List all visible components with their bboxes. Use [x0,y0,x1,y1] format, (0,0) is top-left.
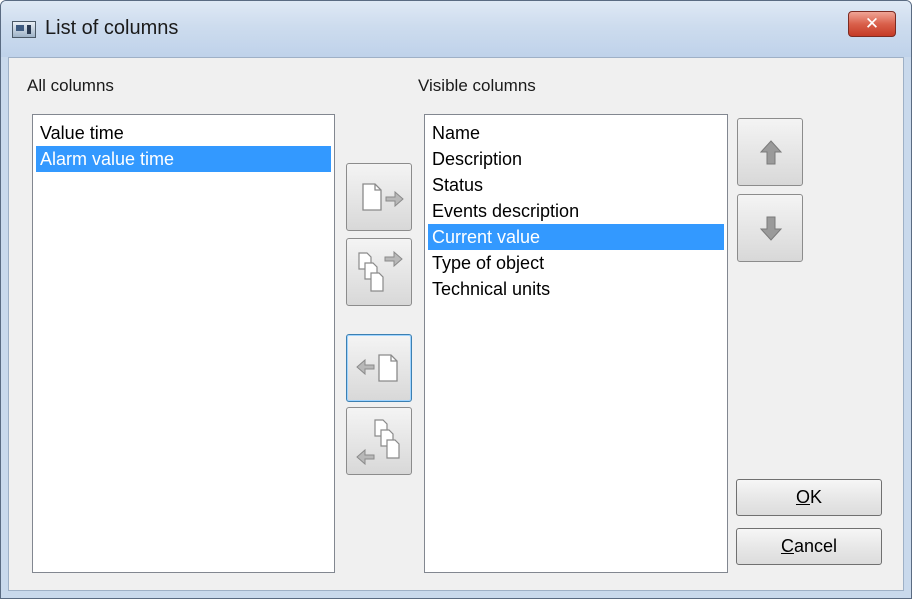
arrow-up-icon [759,140,783,165]
move-down-button[interactable] [737,194,803,262]
visible-columns-item[interactable]: Name [428,120,724,146]
window-title: List of columns [45,17,179,39]
visible-columns-item[interactable]: Current value [428,224,724,250]
cancel-mnemonic: C [780,536,794,556]
all-columns-label: All columns [27,76,114,95]
remove-all-columns-button[interactable] [346,407,412,475]
app-icon [12,21,36,38]
title-bar[interactable]: List of columns ✕ [1,1,911,57]
dialog-window: List of columns ✕ All columns Value time… [0,0,912,599]
visible-columns-item[interactable]: Events description [428,198,724,224]
ok-button[interactable]: OK [736,479,882,516]
add-column-button[interactable] [346,163,412,231]
visible-columns-item[interactable]: Type of object [428,250,724,276]
ok-mnemonic: O [795,487,810,507]
remove-column-button[interactable] [346,334,412,402]
arrow-down-icon [759,216,783,241]
cancel-button[interactable]: Cancel [736,528,882,565]
add-all-columns-button[interactable] [346,238,412,306]
remove-one-icon [356,354,398,382]
add-one-icon [362,183,404,211]
dialog-body: All columns Value time Alarm value time V… [8,57,904,591]
close-button[interactable]: ✕ [848,11,896,37]
all-columns-item[interactable]: Alarm value time [36,146,331,172]
visible-columns-item[interactable]: Description [428,146,724,172]
add-all-icon [358,250,403,292]
all-columns-list[interactable]: Value time Alarm value time [32,114,335,573]
visible-columns-label: Visible columns [418,76,536,95]
visible-columns-item[interactable]: Technical units [428,276,724,302]
all-columns-item[interactable]: Value time [36,120,331,146]
close-icon: ✕ [864,14,880,34]
move-up-button[interactable] [737,118,803,186]
visible-columns-list[interactable]: Name Description Status Events description C… [424,114,728,573]
cancel-label: ancel [793,536,838,556]
ok-label: K [810,487,823,507]
visible-columns-item[interactable]: Status [428,172,724,198]
remove-all-icon [356,419,400,466]
